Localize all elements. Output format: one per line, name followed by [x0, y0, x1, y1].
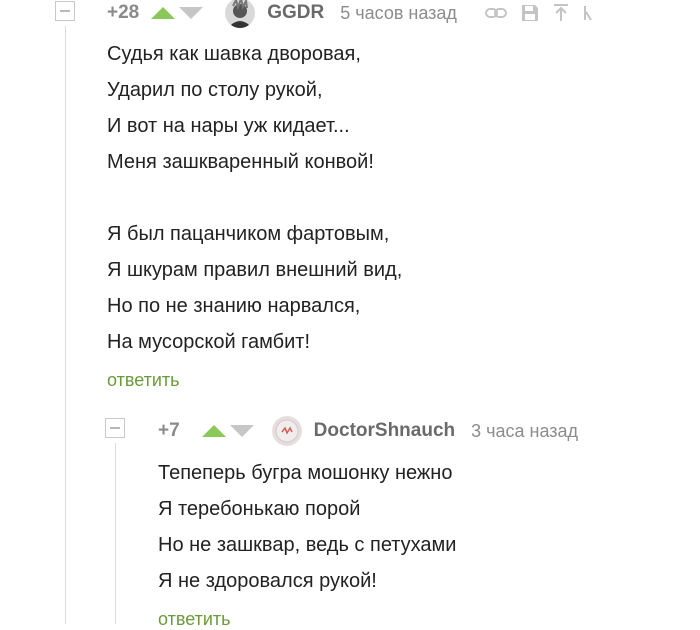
vote-down-icon[interactable] — [179, 7, 204, 19]
comment-line: Я был пацанчиком фартовым, — [107, 223, 390, 245]
collapse-button[interactable] — [105, 418, 125, 438]
comment-author[interactable]: DoctorShnauch — [314, 420, 455, 442]
arrow-up-icon[interactable] — [553, 4, 569, 22]
comment-text: Тепеперь бугра мошонку нежно Я теребоньк… — [158, 455, 456, 599]
comment-line: На мусорской гамбит! — [107, 331, 311, 353]
collapse-button[interactable] — [55, 1, 75, 21]
comment-line: Я теребонькаю порой — [158, 498, 361, 520]
comment-line: Но не зашквар, ведь с петухами — [158, 534, 457, 556]
comment-line: Судья как шавка дворовая, — [107, 43, 361, 65]
comment-line: Но по не знанию нарвался, — [107, 295, 361, 317]
comment-tools — [471, 4, 593, 22]
comment-line: Я не здоровался рукой! — [158, 570, 377, 592]
avatar[interactable] — [271, 416, 302, 446]
comment-author[interactable]: GGDR — [267, 2, 324, 24]
thread-line[interactable] — [65, 26, 66, 624]
save-icon[interactable] — [521, 4, 539, 22]
link-icon[interactable] — [484, 6, 507, 20]
comment-rating: +7 — [158, 420, 180, 441]
comment-line — [107, 180, 402, 216]
thread-line[interactable] — [115, 443, 116, 624]
comment-line: И вот на нары уж кидает... — [107, 115, 350, 137]
vote-up-icon[interactable] — [151, 7, 176, 19]
comment-time[interactable]: 3 часа назад — [471, 421, 578, 442]
comment-line: Я шкурам правил внешний вид, — [107, 259, 403, 281]
vote-up-icon[interactable] — [201, 425, 226, 437]
comment-rating: +28 — [107, 2, 140, 23]
reply-link[interactable]: ответить — [107, 370, 180, 391]
comment-line: Ударил по столу рукой, — [107, 79, 323, 101]
comment-time[interactable]: 5 часов назад — [340, 3, 457, 24]
reply-link[interactable]: ответить — [158, 609, 231, 630]
comment-line: Тепеперь бугра мошонку нежно — [158, 462, 453, 484]
avatar[interactable] — [225, 0, 256, 28]
comment-text: Судья как шавка дворовая, Ударил по стол… — [107, 36, 402, 360]
comment-header: +7 DoctorShnauch 3 часа назад — [158, 416, 578, 446]
more-icon[interactable] — [583, 4, 593, 22]
vote-down-icon[interactable] — [229, 425, 254, 437]
comment-line: Меня зашкваренный конвой! — [107, 151, 374, 173]
comment-header: +28 GGDR 5 часов назад — [107, 0, 593, 28]
